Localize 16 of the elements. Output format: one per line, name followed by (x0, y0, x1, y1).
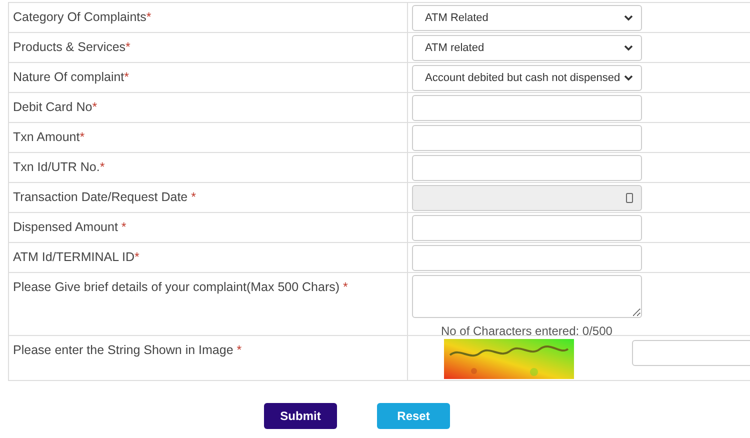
field-label: ATM Id/TERMINAL ID* (13, 250, 140, 264)
dropdown[interactable]: ATM Related (412, 5, 642, 31)
dropdown[interactable]: ATM related (412, 35, 642, 61)
field-label: Debit Card No* (13, 100, 98, 114)
field-label: Please enter the String Shown in Image * (13, 343, 242, 357)
field-label: Please Give brief details of your complaint(Max 500 Chars) * (13, 280, 348, 294)
field-label: Dispensed Amount * (13, 220, 126, 234)
character-counter: No of Characters entered: 0/500 (441, 324, 614, 338)
submit-button[interactable]: Submit (264, 403, 337, 429)
field-label: Txn Id/UTR No.* (13, 160, 105, 174)
field-label: Txn Amount* (13, 130, 85, 144)
field-label: Nature Of complaint* (13, 70, 130, 84)
field-label: Products & Services* (13, 40, 130, 54)
field-label: Transaction Date/Request Date * (13, 190, 196, 204)
dropdown[interactable]: Account debited but cash not dispensed (412, 65, 642, 91)
field-label: Category Of Complaints* (13, 10, 152, 24)
